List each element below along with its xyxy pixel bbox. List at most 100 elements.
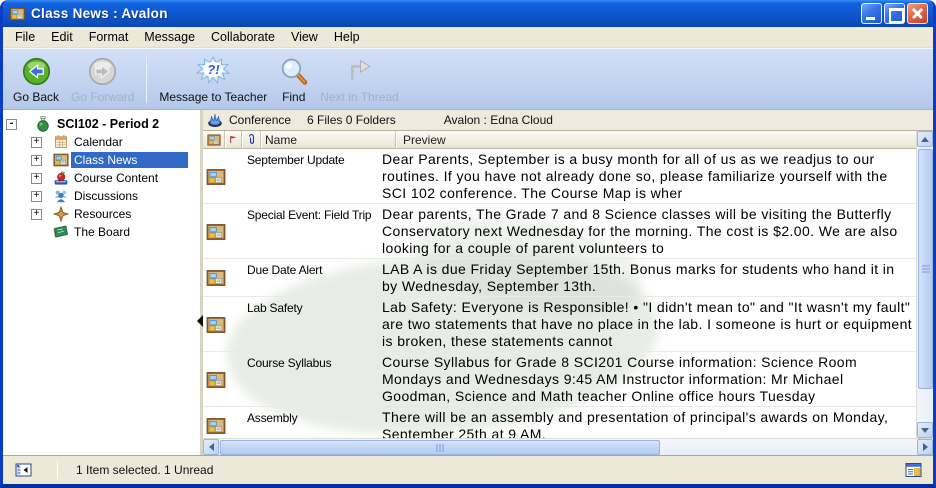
- column-name[interactable]: Name: [261, 131, 396, 148]
- thumb-grip-icon: [922, 265, 930, 267]
- expand-box-icon[interactable]: +: [31, 155, 42, 166]
- expand-box-icon[interactable]: +: [31, 173, 42, 184]
- sidebar-item-the-board[interactable]: The Board: [3, 223, 200, 241]
- go-forward-icon: [88, 53, 117, 89]
- go-forward-button[interactable]: Go Forward: [65, 51, 140, 107]
- status-bar: 1 Item selected. 1 Unread: [3, 455, 933, 484]
- list-item-september-update[interactable]: September Update Dear Parents, September…: [203, 149, 916, 204]
- sidebar-item-label: Discussions: [71, 188, 141, 204]
- item-name: Due Date Alert: [247, 261, 382, 295]
- chevron-right-icon: [923, 443, 928, 451]
- column-flag[interactable]: [225, 131, 242, 148]
- item-preview: There will be an assembly and presentati…: [382, 409, 916, 438]
- list-item-course-syllabus[interactable]: Course Syllabus Course Syllabus for Grad…: [203, 352, 916, 407]
- expand-box-icon[interactable]: +: [31, 137, 42, 148]
- tree-root-sci102[interactable]: - SCI102 - Period 2: [3, 115, 200, 133]
- people-icon: [53, 188, 69, 204]
- status-text: 1 Item selected. 1 Unread: [76, 463, 905, 477]
- menu-view[interactable]: View: [283, 28, 326, 46]
- paperclip-icon: [245, 133, 257, 146]
- item-list: September Update Dear Parents, September…: [203, 149, 916, 438]
- item-name: Lab Safety: [247, 299, 382, 350]
- menu-message[interactable]: Message: [136, 28, 203, 46]
- list-item-due-date-alert[interactable]: Due Date Alert LAB A is due Friday Septe…: [203, 259, 916, 297]
- vertical-scroll-thumb[interactable]: [918, 149, 933, 389]
- scroll-down-button[interactable]: [917, 422, 933, 438]
- minimize-button[interactable]: [861, 3, 882, 24]
- scroll-left-button[interactable]: [203, 439, 219, 455]
- news-item-icon: [206, 268, 226, 288]
- item-name: September Update: [247, 151, 382, 202]
- title-bar[interactable]: Class News : Avalon: [3, 0, 933, 27]
- scroll-track[interactable]: [917, 389, 933, 422]
- close-button[interactable]: [907, 3, 928, 24]
- vertical-scrollbar[interactable]: [916, 131, 933, 438]
- item-type-icon: [207, 133, 221, 147]
- menu-bar: File Edit Format Message Collaborate Vie…: [3, 27, 933, 48]
- sidebar-item-discussions[interactable]: + Discussions: [3, 187, 200, 205]
- sidebar-item-label: The Board: [71, 224, 133, 240]
- list-item-lab-safety[interactable]: Lab Safety Lab Safety: Everyone is Respo…: [203, 297, 916, 352]
- item-preview: Lab Safety: Everyone is Responsible! • "…: [382, 299, 916, 350]
- status-divider: [57, 461, 58, 479]
- collapse-box-icon[interactable]: -: [6, 119, 17, 130]
- conference-panel: Conference 6 Files 0 Folders Avalon : Ed…: [203, 110, 933, 455]
- sidebar-item-calendar[interactable]: + Calendar: [3, 133, 200, 151]
- thumb-grip-icon: [436, 444, 438, 452]
- apple-books-icon: [53, 170, 69, 186]
- sidebar-item-class-news[interactable]: + Class News: [3, 151, 200, 169]
- menu-edit[interactable]: Edit: [43, 28, 81, 46]
- sidebar-item-resources[interactable]: + Resources: [3, 205, 200, 223]
- conference-info-bar: Conference 6 Files 0 Folders Avalon : Ed…: [203, 110, 933, 131]
- sidebar-item-course-content[interactable]: + Course Content: [3, 169, 200, 187]
- news-item-icon: [206, 370, 226, 390]
- window-title: Class News : Avalon: [31, 6, 859, 21]
- horizontal-scrollbar[interactable]: [203, 438, 933, 455]
- tree-root-label: SCI102 - Period 2: [54, 116, 162, 132]
- column-attachment[interactable]: [242, 131, 261, 148]
- sidebar-tree: - SCI102 - Period 2 + Calendar + Class N…: [3, 110, 203, 455]
- find-icon: [279, 53, 308, 89]
- go-back-button[interactable]: Go Back: [7, 51, 65, 107]
- next-in-thread-icon: [345, 53, 374, 89]
- menu-file[interactable]: File: [7, 28, 43, 46]
- bulletin-board-icon: [53, 152, 69, 168]
- expand-box-icon[interactable]: +: [31, 209, 42, 220]
- find-button[interactable]: Find: [273, 51, 314, 107]
- conference-path: Avalon : Edna Cloud: [444, 113, 553, 127]
- flask-icon: [35, 116, 51, 132]
- sidebar-item-label: Calendar: [71, 134, 126, 150]
- horizontal-scroll-thumb[interactable]: [220, 440, 660, 455]
- app-window: Class News : Avalon File Edit Format Mes…: [0, 0, 936, 488]
- chevron-left-icon: [209, 443, 214, 451]
- scroll-up-button[interactable]: [917, 131, 933, 147]
- sidebar-item-label-selected: Class News: [71, 152, 188, 168]
- column-header-row: Name Preview: [203, 131, 916, 149]
- column-item-type[interactable]: [203, 131, 225, 148]
- next-in-thread-button[interactable]: Next in Thread: [314, 51, 405, 107]
- item-preview: Course Syllabus for Grade 8 SCI201 Cours…: [382, 354, 916, 405]
- toolbar-separator: [146, 55, 147, 103]
- menu-help[interactable]: Help: [326, 28, 368, 46]
- news-item-icon: [206, 315, 226, 335]
- item-name: Special Event: Field Trip: [247, 206, 382, 257]
- item-name: Assembly: [247, 409, 382, 438]
- list-item-assembly[interactable]: Assembly There will be an assembly and p…: [203, 407, 916, 438]
- message-to-teacher-button[interactable]: Message to Teacher: [153, 51, 273, 107]
- scroll-track[interactable]: [660, 439, 917, 455]
- toggle-pane-icon[interactable]: [15, 462, 33, 478]
- conference-counts: 6 Files 0 Folders: [307, 113, 396, 127]
- scroll-right-button[interactable]: [917, 439, 933, 455]
- list-item-field-trip[interactable]: Special Event: Field Trip Dear parents, …: [203, 204, 916, 259]
- column-preview[interactable]: Preview: [396, 131, 916, 148]
- calendar-icon: [53, 134, 69, 150]
- menu-collaborate[interactable]: Collaborate: [203, 28, 283, 46]
- menu-format[interactable]: Format: [81, 28, 137, 46]
- split-view-icon[interactable]: [905, 462, 923, 478]
- sidebar-item-label: Resources: [71, 206, 134, 222]
- compass-icon: [53, 206, 69, 222]
- maximize-button[interactable]: [884, 3, 905, 24]
- sidebar-item-label: Course Content: [71, 170, 161, 186]
- expand-box-icon[interactable]: +: [31, 191, 42, 202]
- message-to-teacher-icon: [196, 53, 230, 89]
